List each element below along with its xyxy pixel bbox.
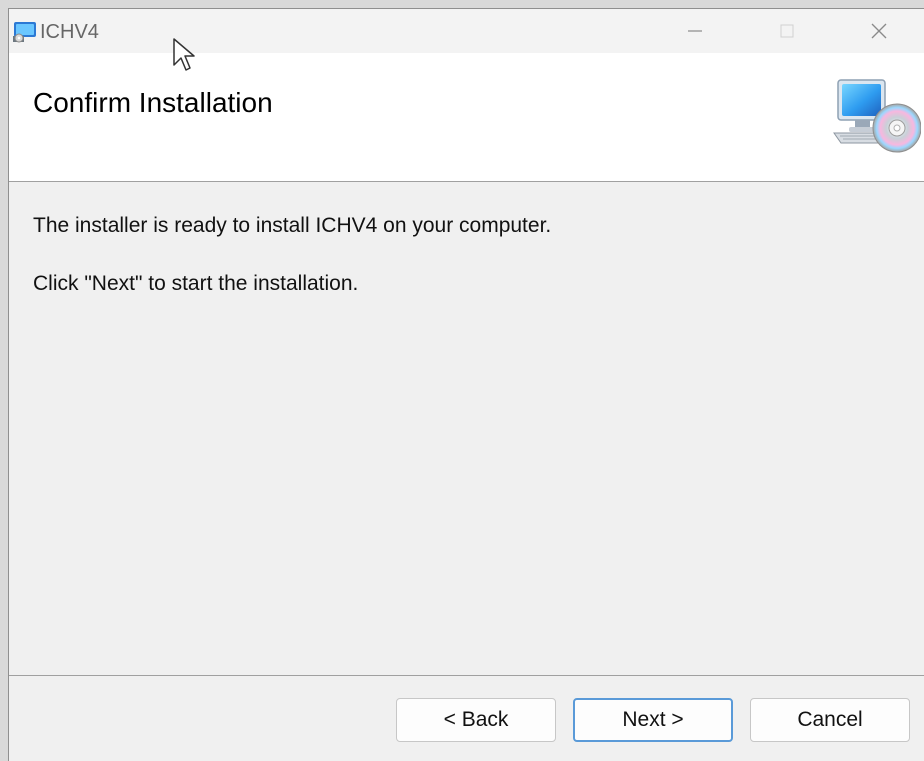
maximize-button[interactable] bbox=[741, 9, 833, 53]
installer-window: ICHV4 Confirm Installation The installer… bbox=[8, 8, 924, 761]
minimize-icon bbox=[688, 30, 702, 32]
page-title: Confirm Installation bbox=[33, 87, 273, 118]
footer-divider bbox=[9, 675, 924, 676]
maximize-icon bbox=[780, 24, 794, 38]
next-button[interactable]: Next > bbox=[573, 698, 733, 742]
cancel-button[interactable]: Cancel bbox=[750, 698, 910, 742]
window-title: ICHV4 bbox=[40, 21, 99, 43]
close-icon bbox=[871, 23, 887, 39]
computer-cd-icon bbox=[833, 79, 921, 153]
back-button[interactable]: < Back bbox=[396, 698, 556, 742]
title-bar: ICHV4 bbox=[9, 9, 924, 53]
mouse-pointer-icon bbox=[173, 38, 195, 71]
header-panel: Confirm Installation bbox=[9, 53, 924, 182]
minimize-button[interactable] bbox=[649, 9, 741, 53]
installer-app-icon bbox=[13, 22, 36, 43]
install-ready-message: The installer is ready to install ICHV4 … bbox=[33, 214, 552, 237]
close-button[interactable] bbox=[833, 9, 924, 53]
next-instruction-message: Click "Next" to start the installation. bbox=[33, 272, 359, 295]
